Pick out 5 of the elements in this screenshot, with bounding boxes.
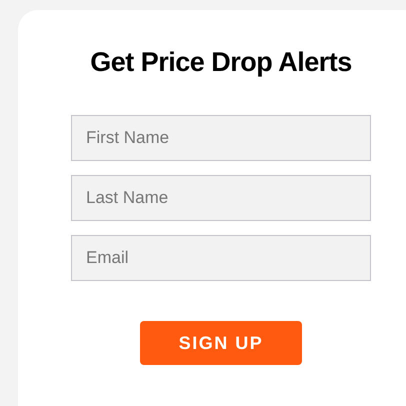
input-field[interactable]: First Name xyxy=(71,115,371,161)
form-title: Get Price Drop Alerts xyxy=(90,46,352,78)
sign-up-button[interactable]: SIGN UP xyxy=(140,321,302,365)
input-field[interactable]: Email xyxy=(71,235,371,281)
input-field[interactable]: Last Name xyxy=(71,175,371,221)
